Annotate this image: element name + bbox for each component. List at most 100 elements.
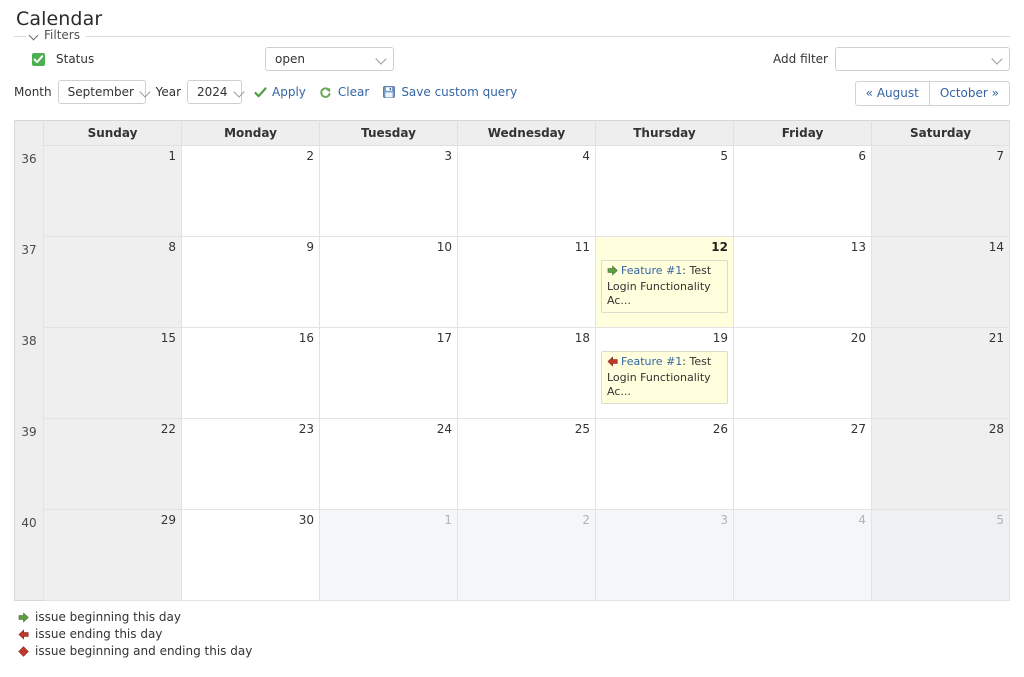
week-number-corner [14,120,44,146]
legend-item: issue ending this day [18,626,1010,642]
calendar-day-cell[interactable]: 23 [181,418,320,510]
calendar-page: Calendar Filters Status open Add filter … [0,8,1024,677]
calendar-day-cell[interactable]: 6 [733,145,872,237]
calendar-day-cell[interactable]: 7 [871,145,1010,237]
next-month-button[interactable]: October » [928,81,1010,106]
calendar-day-cell[interactable]: 12 Feature #1: Test Login Functionality A… [595,236,734,328]
day-number: 17 [436,331,452,345]
day-header-monday: Monday [181,120,320,146]
legend-item: issue beginning and ending this day [18,643,1010,659]
clear-button[interactable]: Clear [319,85,369,99]
calendar-table: Sunday Monday Tuesday Wednesday Thursday Frid… [14,120,1010,601]
day-number: 1 [168,149,176,163]
chevron-down-icon [234,87,245,98]
issue-link[interactable]: Feature #1 [621,355,682,368]
calendar-day-cell[interactable]: 27 [733,418,872,510]
day-number: 24 [436,422,452,436]
calendar-day-cell[interactable]: 4 [457,145,596,237]
apply-label: Apply [272,85,306,99]
day-header-wednesday: Wednesday [457,120,596,146]
calendar-day-cell[interactable]: 28 [871,418,1010,510]
issue-link[interactable]: Feature #1 [621,264,682,277]
year-label: Year [155,85,182,99]
calendar-day-cell[interactable]: 4 [733,509,872,601]
status-filter-checkbox[interactable] [32,52,45,66]
status-value-select[interactable]: open [265,47,394,71]
add-filter-label: Add filter [773,52,828,66]
calendar-day-cell[interactable]: 3 [595,509,734,601]
calendar-day-cell[interactable]: 1 [43,145,182,237]
calendar-week-row: 40 29 30 1 2 3 4 5 [14,509,1010,601]
clear-label: Clear [337,85,370,99]
red-left-arrow-icon [607,356,618,371]
calendar-week-row: 38 15 16 17 18 19 Feature #1: Test Login Funct… [14,327,1010,419]
save-custom-query-label: Save custom query [401,85,518,99]
day-number: 18 [574,331,590,345]
apply-button[interactable]: Apply [253,85,306,99]
month-label: Month [14,85,52,99]
calendar-day-cell[interactable]: 25 [457,418,596,510]
day-number: 29 [160,513,176,527]
page-title: Calendar [16,8,103,30]
calendar-issue[interactable]: Feature #1: Test Login Functionality Ac.… [601,260,728,313]
calendar-day-cell[interactable]: 2 [181,145,320,237]
prev-month-button[interactable]: « August [854,81,929,106]
calendar-day-cell[interactable]: 22 [43,418,182,510]
calendar-day-cell[interactable]: 24 [319,418,458,510]
legend-label: issue beginning and ending this day [35,644,253,658]
day-number: 11 [574,240,590,254]
calendar-day-cell[interactable]: 5 [595,145,734,237]
week-number: 39 [14,418,44,510]
day-number: 9 [306,240,314,254]
calendar-table-wrap: Sunday Monday Tuesday Wednesday Thursday Frid… [14,120,1010,601]
day-header-friday: Friday [733,120,872,146]
calendar-day-cell[interactable]: 1 [319,509,458,601]
calendar-day-cell[interactable]: 9 [181,236,320,328]
reload-icon [319,85,333,99]
check-icon [253,85,267,99]
calendar-day-cell[interactable]: 2 [457,509,596,601]
calendar-day-cell[interactable]: 13 [733,236,872,328]
chevron-down-icon [140,87,151,98]
calendar-day-cell[interactable]: 8 [43,236,182,328]
day-number: 21 [988,331,1004,345]
day-header-sunday: Sunday [43,120,182,146]
calendar-day-cell[interactable]: 16 [181,327,320,419]
filters-toggle[interactable]: Filters [26,28,86,42]
red-left-arrow-icon [18,628,29,640]
day-number: 27 [850,422,866,436]
day-number: 1 [444,513,452,527]
day-number: 28 [988,422,1004,436]
month-select[interactable]: September [57,80,146,104]
day-header-thursday: Thursday [595,120,734,146]
filters-fieldset: Filters Status open Add filter Month Sep… [14,28,1010,118]
month-nav-buttons: « August October » [854,81,1010,106]
calendar-day-cell[interactable]: 3 [319,145,458,237]
calendar-day-cell[interactable]: 17 [319,327,458,419]
week-number: 38 [14,327,44,419]
save-custom-query-button[interactable]: Save custom query [382,85,517,99]
day-header-saturday: Saturday [871,120,1010,146]
calendar-day-cell[interactable]: 14 [871,236,1010,328]
calendar-issue[interactable]: Feature #1: Test Login Functionality Ac.… [601,351,728,404]
add-filter-select[interactable] [835,47,1010,71]
calendar-day-cell[interactable]: 5 [871,509,1010,601]
day-number: 2 [306,149,314,163]
calendar-day-cell[interactable]: 19 Feature #1: Test Login Functionality A… [595,327,734,419]
calendar-day-cell[interactable]: 20 [733,327,872,419]
calendar-day-cell[interactable]: 21 [871,327,1010,419]
chevron-down-icon [376,54,387,65]
filters-body: Status open Add filter Month September Y… [14,37,1010,118]
calendar-day-cell[interactable]: 15 [43,327,182,419]
calendar-day-cell[interactable]: 11 [457,236,596,328]
calendar-day-cell[interactable]: 18 [457,327,596,419]
day-number: 7 [996,149,1004,163]
day-number: 14 [988,240,1004,254]
green-right-arrow-icon [18,611,29,623]
calendar-day-cell[interactable]: 29 [43,509,182,601]
calendar-day-cell[interactable]: 10 [319,236,458,328]
year-select[interactable]: 2024 [187,80,245,104]
calendar-day-cell[interactable]: 26 [595,418,734,510]
calendar-body: 36 1 2 3 4 5 6 7 37 8 9 10 11 12 Feature #1: Test Logi… [14,145,1010,601]
calendar-day-cell[interactable]: 30 [181,509,320,601]
